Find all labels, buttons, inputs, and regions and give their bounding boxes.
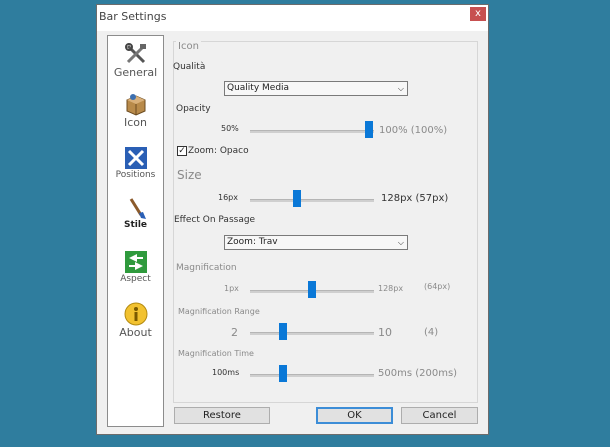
settings-window: Bar Settings x General Icon Positions St… — [96, 4, 489, 435]
sidebar-item-label: Positions — [115, 170, 156, 180]
size-min: 16px — [218, 193, 238, 202]
size-slider-track[interactable] — [250, 199, 374, 202]
effect-value: Zoom: Trav — [227, 237, 278, 247]
opacity-min: 50% — [221, 124, 239, 133]
effect-select[interactable]: Zoom: Trav ⌵ — [224, 235, 408, 250]
magnification-range-value: (4) — [424, 327, 439, 338]
sidebar-item-about[interactable]: About — [108, 302, 163, 339]
chevron-down-icon: ⌵ — [397, 238, 404, 247]
sidebar-item-label: Icon — [124, 116, 147, 129]
magnification-range-max: 10 — [378, 326, 392, 339]
group-title: Icon — [176, 41, 201, 52]
magnification-range-label: Magnification Range — [178, 307, 260, 316]
sidebar-item-label: About — [119, 326, 152, 339]
opacity-label: Opacity — [176, 104, 211, 114]
magnification-range-min: 2 — [231, 326, 238, 339]
icon-settings-group: Icon Qualità Quality Media ⌵ Opacity 50%… — [173, 41, 478, 403]
magnification-range-slider-track[interactable] — [250, 332, 374, 335]
effect-label: Effect On Passage — [174, 215, 256, 225]
opacity-value: 100% (100%) — [379, 125, 448, 136]
magnification-time-label: Magnification Time — [178, 349, 254, 358]
magnification-time-slider-thumb[interactable] — [279, 365, 287, 382]
sidebar-item-label: Aspect — [120, 274, 151, 284]
opacity-slider-track[interactable] — [250, 130, 374, 133]
magnification-min: 1px — [224, 284, 239, 293]
magnification-max: 128px — [378, 284, 404, 293]
sidebar: General Icon Positions Stile Aspect Abou… — [107, 35, 164, 427]
chevron-down-icon: ⌵ — [397, 84, 404, 93]
quality-label: Qualità — [173, 62, 206, 72]
sidebar-item-label: General — [113, 66, 158, 79]
window-title: Bar Settings — [99, 10, 167, 23]
box-icon — [126, 94, 145, 116]
ok-button[interactable]: OK — [316, 407, 393, 424]
magnification-time-value: 500ms (200ms) — [378, 368, 458, 379]
sidebar-item-stile[interactable]: Stile — [108, 196, 163, 230]
restore-button[interactable]: Restore — [174, 407, 270, 424]
title-bar: Bar Settings x — [97, 5, 488, 31]
size-value: 128px (57px) — [381, 193, 449, 204]
brush-icon — [129, 198, 146, 219]
sidebar-item-positions[interactable]: Positions — [108, 146, 163, 180]
sidebar-item-label: Stile — [123, 220, 148, 230]
sidebar-item-icon[interactable]: Icon — [108, 92, 163, 129]
size-slider-thumb[interactable] — [293, 190, 301, 207]
tools-icon — [124, 43, 146, 64]
magnification-label: Magnification — [176, 263, 237, 273]
magnification-time-min: 100ms — [212, 368, 240, 377]
magnification-range-slider-thumb[interactable] — [279, 323, 287, 340]
sidebar-item-aspect[interactable]: Aspect — [108, 250, 163, 284]
close-button[interactable]: x — [470, 7, 486, 21]
magnification-slider-thumb[interactable] — [308, 281, 316, 298]
magnification-time-slider-track[interactable] — [250, 374, 374, 377]
opacity-slider-thumb[interactable] — [365, 121, 373, 138]
magnification-value: (64px) — [424, 282, 451, 291]
zoom-opaque-label: Zoom: Opaco — [188, 146, 249, 156]
zoom-opaque-checkbox[interactable]: ✓ — [177, 146, 187, 156]
quality-select[interactable]: Quality Media ⌵ — [224, 81, 408, 96]
swap-icon — [124, 251, 147, 273]
size-label: Size — [177, 168, 202, 182]
sidebar-item-general[interactable]: General — [108, 42, 163, 79]
arrows-icon — [124, 147, 147, 169]
info-icon — [124, 302, 147, 326]
cancel-button[interactable]: Cancel — [401, 407, 478, 424]
quality-value: Quality Media — [227, 83, 290, 93]
